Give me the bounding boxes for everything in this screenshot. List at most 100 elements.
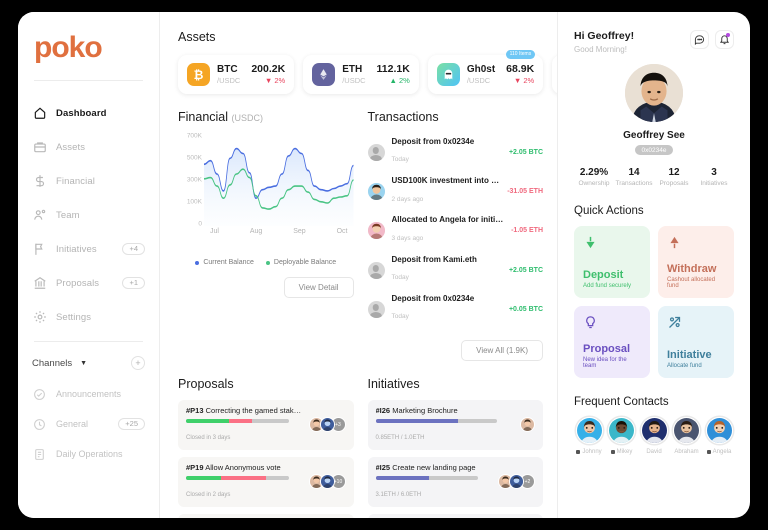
coin-icon-btc: ₿ xyxy=(187,63,210,86)
sidebar-item-label: Dashboard xyxy=(56,107,107,119)
bottom-row: Proposals #P13 Correcting the gamed stak… xyxy=(178,377,543,518)
bell-icon[interactable] xyxy=(715,30,734,49)
heart-down-icon: ▼ xyxy=(513,76,522,86)
asset-card-gh0st[interactable]: 110 Items Gh0st/USDC 68.9K ▼ 2% xyxy=(427,50,544,94)
proposals-list: #P13 Correcting the gamed stakedrop Close… xyxy=(178,399,354,518)
channel-item-label: Announcements xyxy=(56,389,122,399)
channels-title: Channels xyxy=(32,357,73,369)
transaction-row[interactable]: Deposit from Kami.eth Today +2.05 BTC xyxy=(367,251,543,290)
frequent-contacts-title: Frequent Contacts xyxy=(574,396,669,408)
channel-item-daily-operations[interactable]: Daily Operations xyxy=(32,444,145,464)
logo-divider xyxy=(34,80,143,81)
profile-stat: 3 Initiatives xyxy=(694,167,734,187)
stat-value: 3 xyxy=(711,167,717,178)
financial-unit: (USDC) xyxy=(231,113,264,123)
proposal-row[interactable]: #P12 Disable "no with veto" votePassed+3… xyxy=(178,513,354,518)
initiative-row[interactable]: #I19 PR articles on top 5 media outlets0… xyxy=(367,513,543,518)
stat-label: Proposals xyxy=(659,180,689,187)
initiative-row[interactable]: #I26 Marketing Brochure 0.85ETH / 1.0ETH xyxy=(367,399,543,450)
middle-row: Financial (USDC) 700K 500K 300K 100K 0 Jul Au… xyxy=(178,110,543,361)
transaction-time: Today xyxy=(391,273,409,281)
transaction-amount: -31.05 ETH xyxy=(507,188,543,196)
contact-item[interactable]: Mikey xyxy=(607,417,637,455)
sidebar-item-settings[interactable]: Settings xyxy=(32,305,145,329)
initiative-progress-bar xyxy=(375,475,479,480)
sidebar-item-badge: +4 xyxy=(122,242,145,256)
chat-icon[interactable] xyxy=(690,30,709,49)
initiative-row[interactable]: #I25 Create new landing page 3.1ETH / 6.0… xyxy=(367,456,543,507)
profile-address[interactable]: 0x0234e xyxy=(634,145,674,155)
quick-action-proposal[interactable]: Proposal New idea for the team xyxy=(574,306,650,378)
quick-action-subtitle: New idea for the team xyxy=(583,357,627,369)
quick-action-title: Initiative xyxy=(667,348,712,361)
add-channel-button[interactable]: + xyxy=(131,356,145,370)
asset-pair: /USDC xyxy=(217,76,241,86)
channel-item-general[interactable]: General +25 xyxy=(32,414,145,434)
quick-actions-grid: Deposit Add fund securely Withdraw Cashout … xyxy=(574,226,734,378)
transactions-list: Deposit from 0x0234e Today +2.05 BTC USD100… xyxy=(367,133,543,329)
legend-label: Current Balance xyxy=(203,259,254,266)
sidebar-item-label: Financial xyxy=(56,175,95,187)
channel-item-badge: +25 xyxy=(118,417,145,431)
sidebar-item-label: Initiatives xyxy=(56,243,97,255)
chevron-down-icon[interactable]: ▼ xyxy=(80,360,87,367)
contact-item[interactable]: David xyxy=(639,417,669,455)
progress-fill xyxy=(375,418,459,423)
asset-amount: 112.1K xyxy=(376,63,410,76)
transaction-row[interactable]: Deposit from 0x0234e Today +2.05 BTC xyxy=(367,133,543,172)
transaction-row[interactable]: Allocated to Angela for initiative #12 3 … xyxy=(367,211,543,250)
profile-name: Geoffrey See xyxy=(623,130,685,141)
proposal-row[interactable]: #P13 Correcting the gamed stakedrop Close… xyxy=(178,399,354,450)
contact-name: Abraham xyxy=(674,449,699,455)
profile-block: Geoffrey See 0x0234e xyxy=(574,64,734,155)
transaction-row[interactable]: USD100K investment into X Fund 2 days ago… xyxy=(367,172,543,211)
quick-action-withdraw[interactable]: Withdraw Cashout allocated fund xyxy=(658,226,734,298)
asset-change: ▼ 2% xyxy=(264,76,286,86)
chart-y-tick: 700K xyxy=(186,132,202,140)
sidebar-item-initiatives[interactable]: Initiatives +4 xyxy=(32,237,145,261)
chart-x-tick: Sep xyxy=(293,228,306,235)
vote-no-segment xyxy=(220,475,266,480)
proposal-info: #P19 Allow Anonymous vote Closed in 2 day… xyxy=(186,463,303,501)
coin-icon-eth xyxy=(312,63,336,86)
channels-header: Channels ▼ + xyxy=(32,354,145,372)
channels-list: Announcements General +25 Daily Operations xyxy=(32,384,145,464)
chart-x-tick: Aug xyxy=(249,228,263,235)
view-detail-button[interactable]: View Detail xyxy=(283,277,354,298)
chart-legend-item: Current Balance xyxy=(195,259,254,266)
sidebar-item-label: Settings xyxy=(56,311,92,323)
asset-card-btc[interactable]: ₿ BTC/USDC 200.2K ▼ 2% xyxy=(178,55,295,94)
transactions-view-all-button[interactable]: View All (1.9K) xyxy=(461,339,543,361)
contact-item[interactable]: Angela xyxy=(704,417,734,455)
online-indicator-icon xyxy=(576,450,581,454)
greeting-title: Hi Geoffrey! xyxy=(574,30,635,42)
transaction-avatar xyxy=(367,144,385,162)
greeting-text: Hi Geoffrey! Good Morning! xyxy=(574,30,684,54)
quick-action-text: Deposit Add fund securely xyxy=(583,269,641,289)
sidebar-item-dashboard[interactable]: Dashboard xyxy=(32,101,145,125)
sidebar-item-proposals[interactable]: Proposals +1 xyxy=(32,271,145,295)
stat-label: Transactions xyxy=(615,180,653,187)
sidebar-item-team[interactable]: Team xyxy=(32,203,145,227)
contact-item[interactable]: Johnny xyxy=(574,417,604,455)
profile-stat: 12 Proposals xyxy=(654,167,694,187)
sidebar-item-financial[interactable]: Financial xyxy=(32,169,145,193)
contact-item[interactable]: Abraham xyxy=(672,417,702,455)
initiatives-list: #I26 Marketing Brochure 0.85ETH / 1.0ETH #… xyxy=(367,399,543,518)
transactions-title: Transactions xyxy=(367,110,439,124)
contact-name: Angela xyxy=(706,449,731,455)
transaction-row[interactable]: Deposit from 0x0234e Today +0.05 BTC xyxy=(367,290,543,329)
initiative-info: #I26 Marketing Brochure 0.85ETH / 1.0ETH xyxy=(375,405,515,444)
quick-action-deposit[interactable]: Deposit Add fund securely xyxy=(574,226,650,298)
quick-action-initiative[interactable]: Initiative Allocate fund xyxy=(658,306,734,378)
asset-values: 68.9K ▼ 2% xyxy=(506,63,534,86)
avatar xyxy=(520,417,535,433)
proposal-row[interactable]: #P19 Allow Anonymous vote Closed in 2 day… xyxy=(178,456,354,507)
asset-card-eth[interactable]: ETH/USDC 112.1K ▲ 2% xyxy=(303,55,419,94)
channel-item-announcements[interactable]: Announcements xyxy=(32,384,145,404)
financial-title-text: Financial xyxy=(178,110,229,124)
initiative-title: #I26 Marketing Brochure xyxy=(375,405,458,415)
profile-stat: 14 Transactions xyxy=(614,167,654,187)
sidebar-item-assets[interactable]: Assets xyxy=(32,135,145,159)
vote-abstain-segment xyxy=(251,418,289,423)
